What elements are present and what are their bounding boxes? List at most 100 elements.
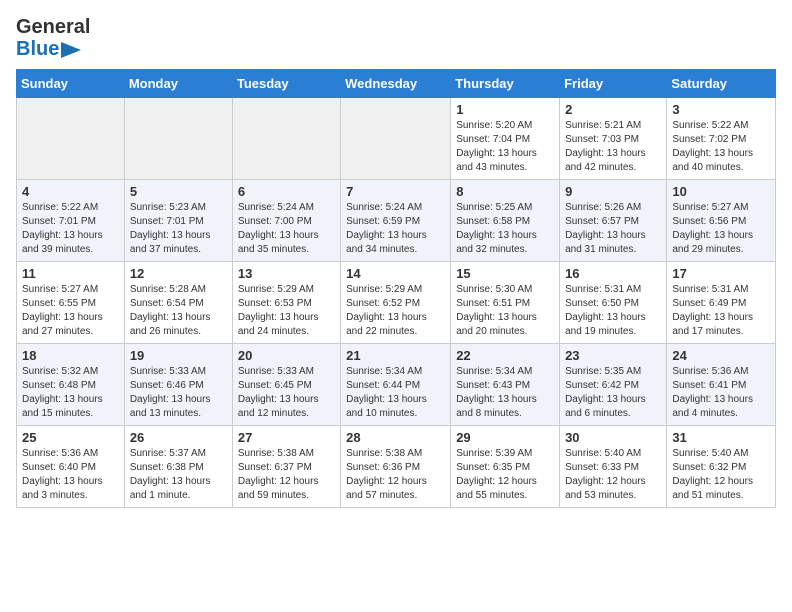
day-number: 28 — [346, 430, 445, 445]
day-number: 25 — [22, 430, 119, 445]
calendar-day-cell: 18 Sunrise: 5:32 AM Sunset: 6:48 PM Dayli… — [17, 344, 125, 426]
day-number: 4 — [22, 184, 119, 199]
day-number: 21 — [346, 348, 445, 363]
day-info: Sunrise: 5:22 AM Sunset: 7:02 PM Dayligh… — [672, 119, 770, 175]
day-number: 27 — [238, 430, 335, 445]
day-number: 22 — [456, 348, 554, 363]
day-number: 7 — [346, 184, 445, 199]
logo-blue: Blue — [16, 38, 59, 61]
day-info: Sunrise: 5:36 AM Sunset: 6:41 PM Dayligh… — [672, 365, 770, 421]
day-number: 23 — [565, 348, 661, 363]
calendar-day-cell: 10Sunrise: 5:27 AM Sunset: 6:56 PM Dayli… — [667, 180, 776, 262]
day-info: Sunrise: 5:20 AM Sunset: 7:04 PM Dayligh… — [456, 119, 554, 175]
day-number: 30 — [565, 430, 661, 445]
calendar-day-cell: 21Sunrise: 5:34 AM Sunset: 6:44 PM Dayli… — [341, 344, 451, 426]
day-number: 5 — [130, 184, 227, 199]
calendar-day-cell: 27 Sunrise: 5:38 AM Sunset: 6:37 PM Dayli… — [232, 426, 340, 508]
day-info: Sunrise: 5:30 AM Sunset: 6:51 PM Dayligh… — [456, 283, 554, 339]
day-number: 18 — [22, 348, 119, 363]
day-number: 12 — [130, 266, 227, 281]
logo-arrow-icon — [61, 42, 81, 58]
calendar-week-row: 1 Sunrise: 5:20 AM Sunset: 7:04 PM Daylig… — [17, 98, 776, 180]
day-number: 13 — [238, 266, 335, 281]
day-info: Sunrise: 5:40 AM Sunset: 6:32 PM Dayligh… — [672, 447, 770, 503]
calendar-week-row: 4Sunrise: 5:22 AM Sunset: 7:01 PM Daylig… — [17, 180, 776, 262]
calendar-day-cell: 28 Sunrise: 5:38 AM Sunset: 6:36 PM Dayli… — [341, 426, 451, 508]
day-number: 20 — [238, 348, 335, 363]
weekday-header-cell: Monday — [124, 70, 232, 98]
day-info: Sunrise: 5:31 AM Sunset: 6:50 PM Dayligh… — [565, 283, 661, 339]
calendar-week-row: 11 Sunrise: 5:27 AM Sunset: 6:55 PM Dayli… — [17, 262, 776, 344]
calendar-day-cell: 31 Sunrise: 5:40 AM Sunset: 6:32 PM Dayli… — [667, 426, 776, 508]
calendar-week-row: 18 Sunrise: 5:32 AM Sunset: 6:48 PM Dayli… — [17, 344, 776, 426]
day-info: Sunrise: 5:21 AM Sunset: 7:03 PM Dayligh… — [565, 119, 661, 175]
calendar-day-cell: 26 Sunrise: 5:37 AM Sunset: 6:38 PM Dayli… — [124, 426, 232, 508]
day-number: 15 — [456, 266, 554, 281]
day-info: Sunrise: 5:27 AM Sunset: 6:55 PM Dayligh… — [22, 283, 119, 339]
calendar-day-cell: 6 Sunrise: 5:24 AM Sunset: 7:00 PM Daylig… — [232, 180, 340, 262]
day-number: 14 — [346, 266, 445, 281]
calendar-day-cell: 12 Sunrise: 5:28 AM Sunset: 6:54 PM Dayli… — [124, 262, 232, 344]
day-number: 19 — [130, 348, 227, 363]
day-info: Sunrise: 5:26 AM Sunset: 6:57 PM Dayligh… — [565, 201, 661, 257]
calendar-day-cell — [124, 98, 232, 180]
calendar-day-cell: 7 Sunrise: 5:24 AM Sunset: 6:59 PM Daylig… — [341, 180, 451, 262]
calendar-day-cell: 24 Sunrise: 5:36 AM Sunset: 6:41 PM Dayli… — [667, 344, 776, 426]
day-number: 24 — [672, 348, 770, 363]
day-info: Sunrise: 5:34 AM Sunset: 6:43 PM Dayligh… — [456, 365, 554, 421]
calendar-day-cell: 25 Sunrise: 5:36 AM Sunset: 6:40 PM Dayli… — [17, 426, 125, 508]
logo: General Blue — [16, 16, 90, 61]
page-header: General Blue — [16, 16, 776, 61]
day-info: Sunrise: 5:39 AM Sunset: 6:35 PM Dayligh… — [456, 447, 554, 503]
calendar-week-row: 25 Sunrise: 5:36 AM Sunset: 6:40 PM Dayli… — [17, 426, 776, 508]
weekday-header-cell: Friday — [560, 70, 667, 98]
day-info: Sunrise: 5:24 AM Sunset: 7:00 PM Dayligh… — [238, 201, 335, 257]
calendar-day-cell: 16Sunrise: 5:31 AM Sunset: 6:50 PM Dayli… — [560, 262, 667, 344]
day-info: Sunrise: 5:31 AM Sunset: 6:49 PM Dayligh… — [672, 283, 770, 339]
calendar-day-cell: 15 Sunrise: 5:30 AM Sunset: 6:51 PM Dayli… — [451, 262, 560, 344]
day-info: Sunrise: 5:32 AM Sunset: 6:48 PM Dayligh… — [22, 365, 119, 421]
day-number: 1 — [456, 102, 554, 117]
day-info: Sunrise: 5:29 AM Sunset: 6:52 PM Dayligh… — [346, 283, 445, 339]
calendar-day-cell: 20 Sunrise: 5:33 AM Sunset: 6:45 PM Dayli… — [232, 344, 340, 426]
day-info: Sunrise: 5:33 AM Sunset: 6:45 PM Dayligh… — [238, 365, 335, 421]
day-info: Sunrise: 5:24 AM Sunset: 6:59 PM Dayligh… — [346, 201, 445, 257]
day-info: Sunrise: 5:38 AM Sunset: 6:37 PM Dayligh… — [238, 447, 335, 503]
calendar-day-cell: 2 Sunrise: 5:21 AM Sunset: 7:03 PM Daylig… — [560, 98, 667, 180]
calendar-day-cell: 3Sunrise: 5:22 AM Sunset: 7:02 PM Daylig… — [667, 98, 776, 180]
calendar-day-cell — [232, 98, 340, 180]
day-number: 11 — [22, 266, 119, 281]
day-info: Sunrise: 5:37 AM Sunset: 6:38 PM Dayligh… — [130, 447, 227, 503]
day-number: 31 — [672, 430, 770, 445]
calendar-day-cell: 29Sunrise: 5:39 AM Sunset: 6:35 PM Dayli… — [451, 426, 560, 508]
weekday-header-cell: Saturday — [667, 70, 776, 98]
day-number: 17 — [672, 266, 770, 281]
day-info: Sunrise: 5:28 AM Sunset: 6:54 PM Dayligh… — [130, 283, 227, 339]
calendar-day-cell: 23Sunrise: 5:35 AM Sunset: 6:42 PM Dayli… — [560, 344, 667, 426]
calendar-day-cell: 22 Sunrise: 5:34 AM Sunset: 6:43 PM Dayli… — [451, 344, 560, 426]
day-info: Sunrise: 5:40 AM Sunset: 6:33 PM Dayligh… — [565, 447, 661, 503]
day-number: 2 — [565, 102, 661, 117]
calendar-day-cell: 1 Sunrise: 5:20 AM Sunset: 7:04 PM Daylig… — [451, 98, 560, 180]
day-info: Sunrise: 5:38 AM Sunset: 6:36 PM Dayligh… — [346, 447, 445, 503]
calendar-table: SundayMondayTuesdayWednesdayThursdayFrid… — [16, 69, 776, 508]
day-number: 26 — [130, 430, 227, 445]
day-number: 6 — [238, 184, 335, 199]
calendar-day-cell: 9Sunrise: 5:26 AM Sunset: 6:57 PM Daylig… — [560, 180, 667, 262]
calendar-day-cell: 5Sunrise: 5:23 AM Sunset: 7:01 PM Daylig… — [124, 180, 232, 262]
calendar-day-cell: 13Sunrise: 5:29 AM Sunset: 6:53 PM Dayli… — [232, 262, 340, 344]
weekday-header-cell: Sunday — [17, 70, 125, 98]
day-info: Sunrise: 5:36 AM Sunset: 6:40 PM Dayligh… — [22, 447, 119, 503]
weekday-header-cell: Thursday — [451, 70, 560, 98]
calendar-day-cell: 19Sunrise: 5:33 AM Sunset: 6:46 PM Dayli… — [124, 344, 232, 426]
calendar-day-cell: 14 Sunrise: 5:29 AM Sunset: 6:52 PM Dayli… — [341, 262, 451, 344]
day-number: 10 — [672, 184, 770, 199]
calendar-day-cell: 30 Sunrise: 5:40 AM Sunset: 6:33 PM Dayli… — [560, 426, 667, 508]
calendar-day-cell — [17, 98, 125, 180]
calendar-body: 1 Sunrise: 5:20 AM Sunset: 7:04 PM Daylig… — [17, 98, 776, 508]
calendar-day-cell: 8 Sunrise: 5:25 AM Sunset: 6:58 PM Daylig… — [451, 180, 560, 262]
weekday-header-cell: Tuesday — [232, 70, 340, 98]
day-info: Sunrise: 5:25 AM Sunset: 6:58 PM Dayligh… — [456, 201, 554, 257]
calendar-day-cell: 17 Sunrise: 5:31 AM Sunset: 6:49 PM Dayli… — [667, 262, 776, 344]
day-number: 8 — [456, 184, 554, 199]
